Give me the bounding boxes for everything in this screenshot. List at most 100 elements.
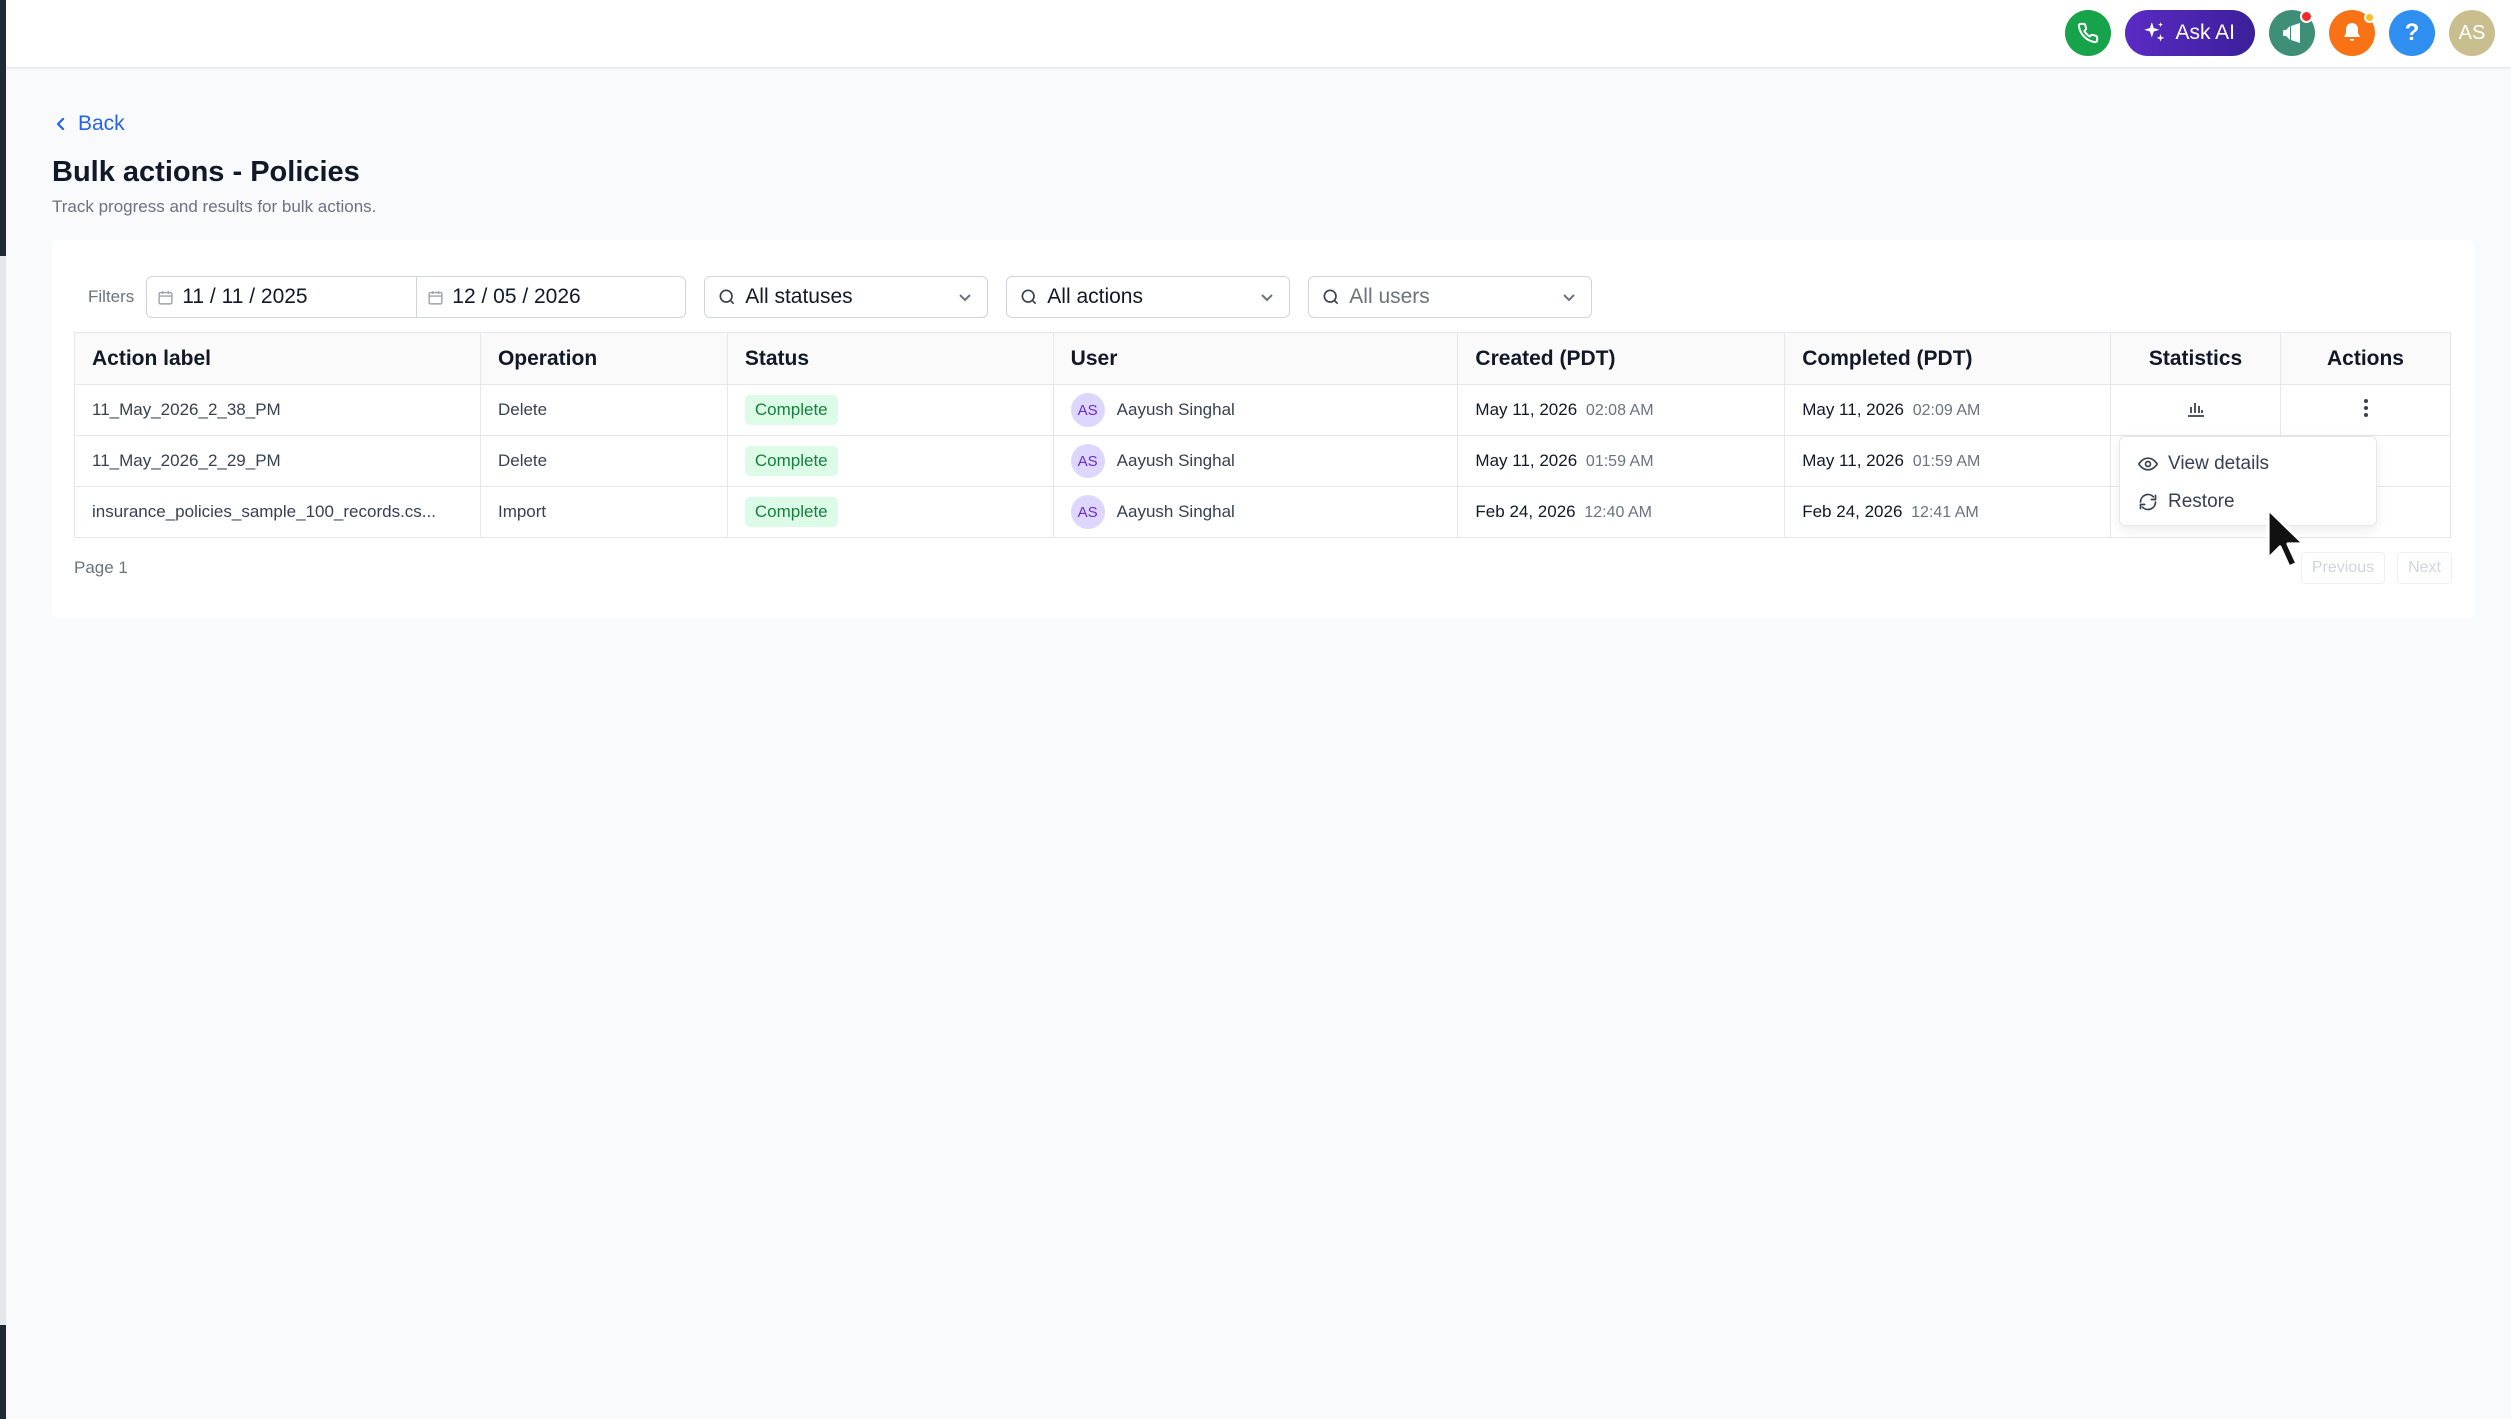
created-cell: Feb 24, 2026 12:40 AM <box>1457 486 1786 538</box>
table-header-row: Action label Operation Status User Creat… <box>74 332 2451 385</box>
eye-icon <box>2138 457 2158 471</box>
notification-dot <box>2300 10 2313 23</box>
column-header-user[interactable]: User <box>1052 332 1459 385</box>
calendar-icon <box>428 290 443 305</box>
user-avatar-button[interactable]: AS <box>2449 10 2495 56</box>
table-row: insurance_policies_sample_100_records.cs… <box>74 486 2451 538</box>
ask-ai-button[interactable]: Ask AI <box>2125 10 2255 56</box>
notifications-button[interactable] <box>2329 10 2375 56</box>
phone-icon <box>2078 22 2099 44</box>
table-row: 11_May_2026_2_29_PM Delete Complete AS Aa… <box>74 435 2451 487</box>
restore-menu-item[interactable]: Restore <box>2120 483 2376 521</box>
status-cell: Complete <box>726 384 1054 436</box>
top-bar: Ask AI ? AS <box>6 0 2511 68</box>
mouse-cursor-icon <box>2266 507 2306 569</box>
view-details-menu-item[interactable]: View details <box>2120 445 2376 483</box>
user-name: Aayush Singhal <box>1116 400 1235 419</box>
operation-cell: Delete <box>479 435 728 487</box>
end-date-field[interactable]: 12 / 05 / 2026 <box>416 277 685 317</box>
completed-date: Feb 24, 2026 <box>1802 502 1903 521</box>
table-row: 11_May_2026_2_38_PM Delete Complete AS Aa… <box>74 384 2451 436</box>
notification-dot <box>2364 12 2375 23</box>
help-icon: ? <box>2404 19 2420 46</box>
phone-button[interactable] <box>2065 10 2112 56</box>
bell-icon <box>2344 23 2360 41</box>
completed-cell: Feb 24, 2026 12:41 AM <box>1784 486 2112 538</box>
action-filter-select[interactable]: All actions <box>1006 276 1291 318</box>
next-page-button[interactable]: Next <box>2397 552 2452 584</box>
user-name: Aayush Singhal <box>1116 451 1235 470</box>
user-filter-select[interactable]: All users <box>1308 276 1593 318</box>
column-header-completed[interactable]: Completed (PDT) <box>1784 332 2112 385</box>
completed-time: 12:41 AM <box>1911 504 1979 521</box>
action-label-cell: 11_May_2026_2_29_PM <box>74 435 481 487</box>
user-filter-placeholder: All users <box>1349 285 1430 308</box>
status-cell: Complete <box>726 486 1054 538</box>
sparkle-icon <box>2144 22 2165 42</box>
created-date: Feb 24, 2026 <box>1475 502 1576 521</box>
column-header-statistics: Statistics <box>2110 332 2281 385</box>
created-date: May 11, 2026 <box>1475 451 1578 470</box>
status-badge: Complete <box>744 497 838 527</box>
page-subtitle: Track progress and results for bulk acti… <box>52 197 377 216</box>
created-time: 01:59 AM <box>1585 453 1654 470</box>
filters-bar: Filters 11 / 11 / 2025 12 / 05 / 2026 Al… <box>88 276 1593 318</box>
chevron-down-icon <box>1261 294 1273 302</box>
search-icon <box>1021 289 1037 305</box>
megaphone-icon <box>2283 23 2300 43</box>
start-date-value: 11 / 11 / 2025 <box>182 285 308 308</box>
created-time: 12:40 AM <box>1584 504 1652 521</box>
statistics-cell <box>2110 384 2281 436</box>
bulk-actions-card: Filters 11 / 11 / 2025 12 / 05 / 2026 Al… <box>52 240 2474 618</box>
status-filter-select[interactable]: All statuses <box>704 276 989 318</box>
back-link[interactable]: Back <box>54 112 125 136</box>
user-name: Aayush Singhal <box>1116 502 1235 521</box>
more-vertical-icon[interactable] <box>2362 397 2370 419</box>
column-header-created[interactable]: Created (PDT) <box>1457 332 1786 385</box>
created-date: May 11, 2026 <box>1475 400 1578 419</box>
back-label: Back <box>78 112 125 135</box>
left-rail <box>0 0 6 1419</box>
operation-cell: Import <box>479 486 728 538</box>
start-date-field[interactable]: 11 / 11 / 2025 <box>147 277 416 317</box>
column-header-status[interactable]: Status <box>726 332 1054 385</box>
status-cell: Complete <box>726 435 1054 487</box>
restore-label: Restore <box>2168 491 2235 512</box>
end-date-value: 12 / 05 / 2026 <box>452 285 581 308</box>
created-time: 02:08 AM <box>1585 402 1654 419</box>
search-icon <box>719 289 735 305</box>
column-header-action-label[interactable]: Action label <box>74 332 481 385</box>
announcements-button[interactable] <box>2269 10 2315 56</box>
view-details-label: View details <box>2168 453 2270 474</box>
avatar: AS <box>1070 393 1105 427</box>
date-range-picker: 11 / 11 / 2025 12 / 05 / 2026 <box>146 276 687 318</box>
row-actions-menu: View details Restore <box>2119 436 2377 526</box>
avatar-initials: AS <box>2458 21 2486 44</box>
bar-chart-icon[interactable] <box>2186 398 2206 418</box>
completed-cell: May 11, 2026 02:09 AM <box>1784 384 2112 436</box>
column-header-operation[interactable]: Operation <box>479 332 728 385</box>
chevron-down-icon <box>1563 294 1575 302</box>
filters-label: Filters <box>88 287 135 306</box>
page-title: Bulk actions - Policies <box>52 156 360 188</box>
help-button[interactable]: ? <box>2389 10 2435 56</box>
action-filter-value: All actions <box>1047 285 1143 308</box>
completed-date: May 11, 2026 <box>1802 400 1904 419</box>
search-icon <box>1323 289 1339 305</box>
avatar: AS <box>1070 495 1105 529</box>
ask-ai-label: Ask AI <box>2175 21 2235 44</box>
pagination-controls: Previous Next <box>2300 552 2452 584</box>
completed-time: 02:09 AM <box>1912 402 1981 419</box>
created-cell: May 11, 2026 01:59 AM <box>1457 435 1786 487</box>
operation-cell: Delete <box>479 384 728 436</box>
top-bar-actions: Ask AI ? AS <box>2065 10 2495 56</box>
action-label-cell: insurance_policies_sample_100_records.cs… <box>74 486 481 538</box>
created-cell: May 11, 2026 02:08 AM <box>1457 384 1786 436</box>
calendar-icon <box>158 290 173 305</box>
action-label-cell: 11_May_2026_2_38_PM <box>74 384 481 436</box>
completed-cell: May 11, 2026 01:59 AM <box>1784 435 2112 487</box>
chevron-down-icon <box>959 294 971 302</box>
status-badge: Complete <box>744 446 838 476</box>
status-badge: Complete <box>744 395 838 425</box>
chevron-left-icon <box>56 117 65 131</box>
